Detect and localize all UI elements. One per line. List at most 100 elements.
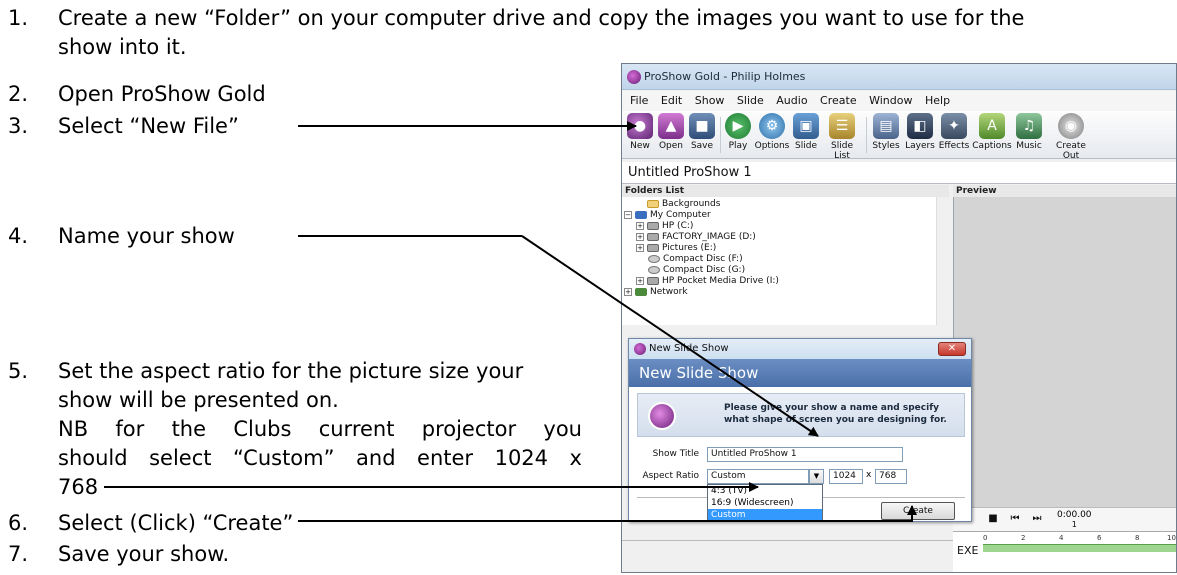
folder-icon [647, 199, 659, 208]
slide-list-button[interactable]: ☰ Slide List [822, 113, 862, 161]
play-button[interactable]: ▶ Play [724, 113, 752, 151]
dialog-info-text: Please give your show a name and specify… [724, 403, 947, 425]
new-button[interactable]: ● New [626, 113, 654, 151]
create-output-icon: ◉ [1058, 113, 1084, 139]
timeline-ruler: 0 2 4 6 8 10 [983, 534, 1176, 554]
dialog-heading: New Slide Show [629, 359, 971, 387]
step-number: 1. [8, 6, 29, 30]
folder-item[interactable]: Backgrounds [647, 199, 720, 210]
folders-scrollbar[interactable] [936, 197, 949, 325]
bottom-panel [622, 540, 953, 572]
slide-button[interactable]: ▣ Slide [792, 113, 820, 151]
folder-item[interactable]: − My Computer [624, 210, 711, 221]
aspect-ratio-options: 4:3 (TV) 16:9 (Widescreen) Custom [707, 484, 823, 521]
width-input[interactable]: 1024 [829, 469, 863, 484]
folders-list-header: Folders List [622, 185, 949, 197]
skip-back-icon[interactable]: ⏮ [1009, 513, 1021, 525]
step-text: Save your show. [58, 542, 230, 566]
slide-icon: ▣ [793, 113, 819, 139]
layers-icon: ◧ [907, 113, 933, 139]
play-icon: ▶ [725, 113, 751, 139]
step-3: 3. Select “New File” [8, 112, 239, 140]
height-input[interactable]: 768 [875, 469, 907, 484]
close-icon[interactable]: ✕ [938, 342, 966, 356]
options-button[interactable]: ⚙ Options [754, 113, 790, 151]
step-text: Create a new “Folder” on your computer d… [58, 6, 1025, 30]
show-title-input[interactable]: Untitled ProShow 1 [707, 447, 903, 462]
captions-icon: A [979, 113, 1005, 139]
step-text: Set the aspect ratio for the picture siz… [58, 359, 524, 383]
open-icon: ▲ [658, 113, 684, 139]
layers-button[interactable]: ◧ Layers [904, 113, 936, 151]
expand-icon[interactable]: + [636, 243, 644, 252]
computer-icon [635, 210, 647, 219]
folder-item[interactable]: Compact Disc (G:) [648, 265, 745, 276]
slide-list-icon: ☰ [829, 113, 855, 139]
styles-button[interactable]: ▤ Styles [870, 113, 902, 151]
menu-edit[interactable]: Edit [661, 94, 682, 107]
save-icon: ■ [689, 113, 715, 139]
menu-help[interactable]: Help [925, 94, 950, 107]
expand-icon[interactable]: + [636, 232, 644, 241]
dialog-window-title: New Slide Show [649, 343, 729, 354]
option-custom[interactable]: Custom [708, 509, 822, 521]
network-icon [635, 287, 647, 296]
step-text: Open ProShow Gold [58, 82, 266, 106]
dialog-titlebar: New Slide Show ✕ [629, 339, 971, 359]
aspect-ratio-label: Aspect Ratio [642, 471, 699, 481]
show-title-label: Show Title [652, 449, 699, 459]
step-text: Name your show [58, 224, 235, 248]
folder-item[interactable]: + HP Pocket Media Drive (I:) [636, 276, 779, 287]
step-7: 7. Save your show. [8, 540, 229, 568]
ruler-tick: 10 [1167, 534, 1176, 542]
menu-file[interactable]: File [630, 94, 648, 107]
menu-slide[interactable]: Slide [737, 94, 764, 107]
menu-create[interactable]: Create [820, 94, 857, 107]
captions-button[interactable]: A Captions [972, 113, 1012, 151]
toolbar-separator [866, 117, 867, 153]
folder-item[interactable]: + FACTORY_IMAGE (D:) [636, 232, 756, 243]
ruler-tick: 0 [983, 534, 988, 542]
dimension-separator: x [866, 470, 872, 480]
proshow-logo-icon [627, 70, 641, 84]
folder-item[interactable]: + Network [624, 287, 688, 298]
menu-window[interactable]: Window [869, 94, 912, 107]
open-button[interactable]: ▲ Open [656, 113, 686, 151]
step-4: 4. Name your show [8, 222, 235, 250]
menu-bar: File Edit Show Slide Audio Create Window… [622, 91, 1176, 111]
create-button[interactable]: Create [881, 502, 955, 520]
skip-forward-icon[interactable]: ⏭ [1031, 513, 1043, 525]
aspect-ratio-select[interactable]: Custom [707, 469, 809, 484]
drive-icon [647, 243, 659, 252]
folder-item[interactable]: + Pictures (E:) [636, 243, 716, 254]
show-title-bar[interactable]: Untitled ProShow 1 [622, 162, 1176, 184]
time-readout: 0:00.00 1 [1057, 510, 1092, 529]
music-button[interactable]: ♫ Music [1014, 113, 1044, 151]
step-5: 5. Set the aspect ratio for the picture … [8, 357, 523, 385]
create-output-button[interactable]: ◉ Create Out [1048, 113, 1094, 161]
preview-header: Preview [953, 185, 1176, 197]
menu-audio[interactable]: Audio [776, 94, 807, 107]
music-icon: ♫ [1016, 113, 1042, 139]
collapse-icon[interactable]: − [624, 210, 632, 219]
menu-show[interactable]: Show [695, 94, 725, 107]
expand-icon[interactable]: + [636, 221, 644, 230]
folder-item[interactable]: + HP (C:) [636, 221, 693, 232]
save-button[interactable]: ■ Save [688, 113, 716, 151]
timeline-track[interactable] [983, 544, 1176, 552]
options-icon: ⚙ [759, 113, 785, 139]
ruler-tick: 6 [1097, 534, 1102, 542]
ruler-tick: 4 [1059, 534, 1064, 542]
effects-button[interactable]: ✦ Effects [938, 113, 970, 151]
option-4-3[interactable]: 4:3 (TV) [708, 485, 822, 497]
step-text: Select (Click) “Create” [58, 511, 294, 535]
expand-icon[interactable]: + [624, 287, 632, 296]
expand-icon[interactable]: + [636, 276, 644, 285]
chevron-down-icon[interactable]: ▼ [809, 469, 824, 484]
step-1-continued: show into it. [58, 35, 187, 59]
toolbar-separator [720, 117, 721, 153]
stop-icon[interactable]: ■ [987, 513, 999, 525]
step-number: 7. [8, 542, 29, 566]
folder-item[interactable]: Compact Disc (F:) [648, 254, 743, 265]
option-16-9[interactable]: 16:9 (Widescreen) [708, 497, 822, 509]
